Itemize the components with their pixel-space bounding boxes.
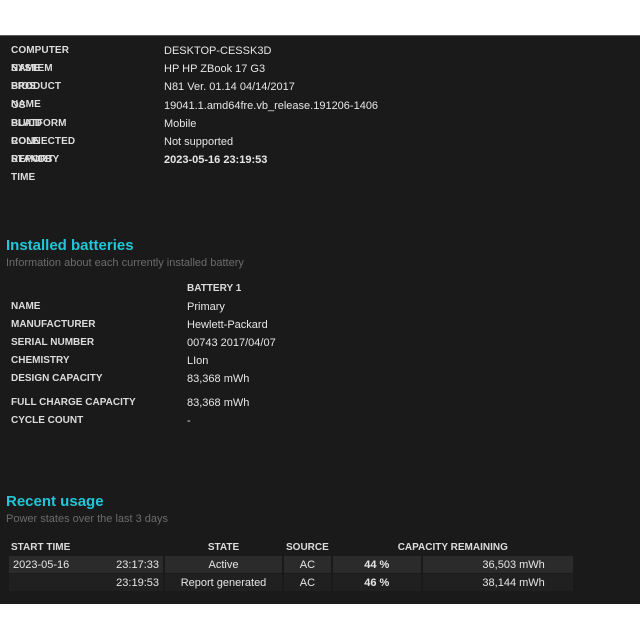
label: REPORT TIME — [11, 154, 54, 184]
installed-batteries-subtitle: Information about each currently install… — [6, 257, 244, 269]
value: 83,368 mWh — [187, 397, 250, 409]
table-row: 23:19:53 Report generated AC 46 % 38,144… — [9, 574, 573, 591]
value: DESKTOP-CESSK3D — [164, 45, 272, 57]
value: Hewlett-Packard — [187, 319, 268, 331]
header-start-time: START TIME — [11, 541, 71, 553]
date: 2023-05-16 — [13, 558, 70, 571]
source-cell: AC — [284, 556, 331, 573]
value: 83,368 mWh — [187, 373, 250, 385]
table-row: 2023-05-16 23:17:33 Active AC 44 % 36,50… — [9, 556, 573, 573]
value: 19041.1.amd64fre.vb_release.191206-1406 — [164, 99, 379, 112]
mwh-cell: 38,144 mWh — [422, 574, 573, 591]
state-cell: Report generated — [165, 574, 282, 591]
label: MANUFACTURER — [11, 319, 96, 330]
battery-column-header: BATTERY 1 — [187, 283, 242, 294]
installed-batteries-heading: Installed batteries — [6, 237, 134, 254]
label: CYCLE COUNT — [11, 415, 84, 426]
time: 23:19:53 — [116, 576, 159, 589]
value: Mobile — [164, 117, 197, 130]
label: NAME — [11, 301, 41, 312]
value: HP HP ZBook 17 G3 — [164, 63, 266, 76]
value: Not supported — [164, 135, 234, 148]
source-cell: AC — [284, 574, 331, 591]
label: BIOS — [11, 81, 36, 93]
value: N81 Ver. 01.14 04/14/2017 — [164, 81, 295, 94]
mwh-cell: 36,503 mWh — [422, 556, 573, 573]
start-time-cell: 2023-05-16 23:17:33 — [9, 556, 163, 573]
recent-usage-subtitle: Power states over the last 3 days — [6, 513, 169, 525]
percent-cell: 46 % — [332, 574, 421, 591]
value: 2023-05-16 23:19:53 — [164, 154, 268, 167]
value: 00743 2017/04/07 — [187, 337, 276, 349]
label: CHEMISTRY — [11, 355, 70, 366]
state-cell: Active — [165, 556, 282, 573]
value: LIon — [187, 355, 209, 367]
label: DESIGN CAPACITY — [11, 373, 103, 384]
header-source: SOURCE — [286, 541, 329, 553]
header-capacity-remaining: CAPACITY REMAINING — [397, 541, 508, 553]
table-header-row: START TIME STATE SOURCE CAPACITY REMAINI… — [9, 539, 573, 555]
percent-cell: 44 % — [332, 556, 421, 573]
label: SERIAL NUMBER — [11, 337, 95, 348]
recent-usage-table: START TIME STATE SOURCE CAPACITY REMAINI… — [7, 538, 575, 592]
recent-usage-heading: Recent usage — [6, 493, 104, 510]
value: - — [187, 415, 191, 427]
header-state: STATE — [207, 541, 240, 553]
start-time-cell: 23:19:53 — [9, 574, 163, 591]
label: FULL CHARGE CAPACITY — [11, 397, 136, 408]
value: Primary — [187, 301, 225, 313]
battery-report-panel: COMPUTER NAME DESKTOP-CESSK3D SYSTEM PROD… — [0, 35, 640, 604]
time: 23:17:33 — [116, 558, 159, 571]
